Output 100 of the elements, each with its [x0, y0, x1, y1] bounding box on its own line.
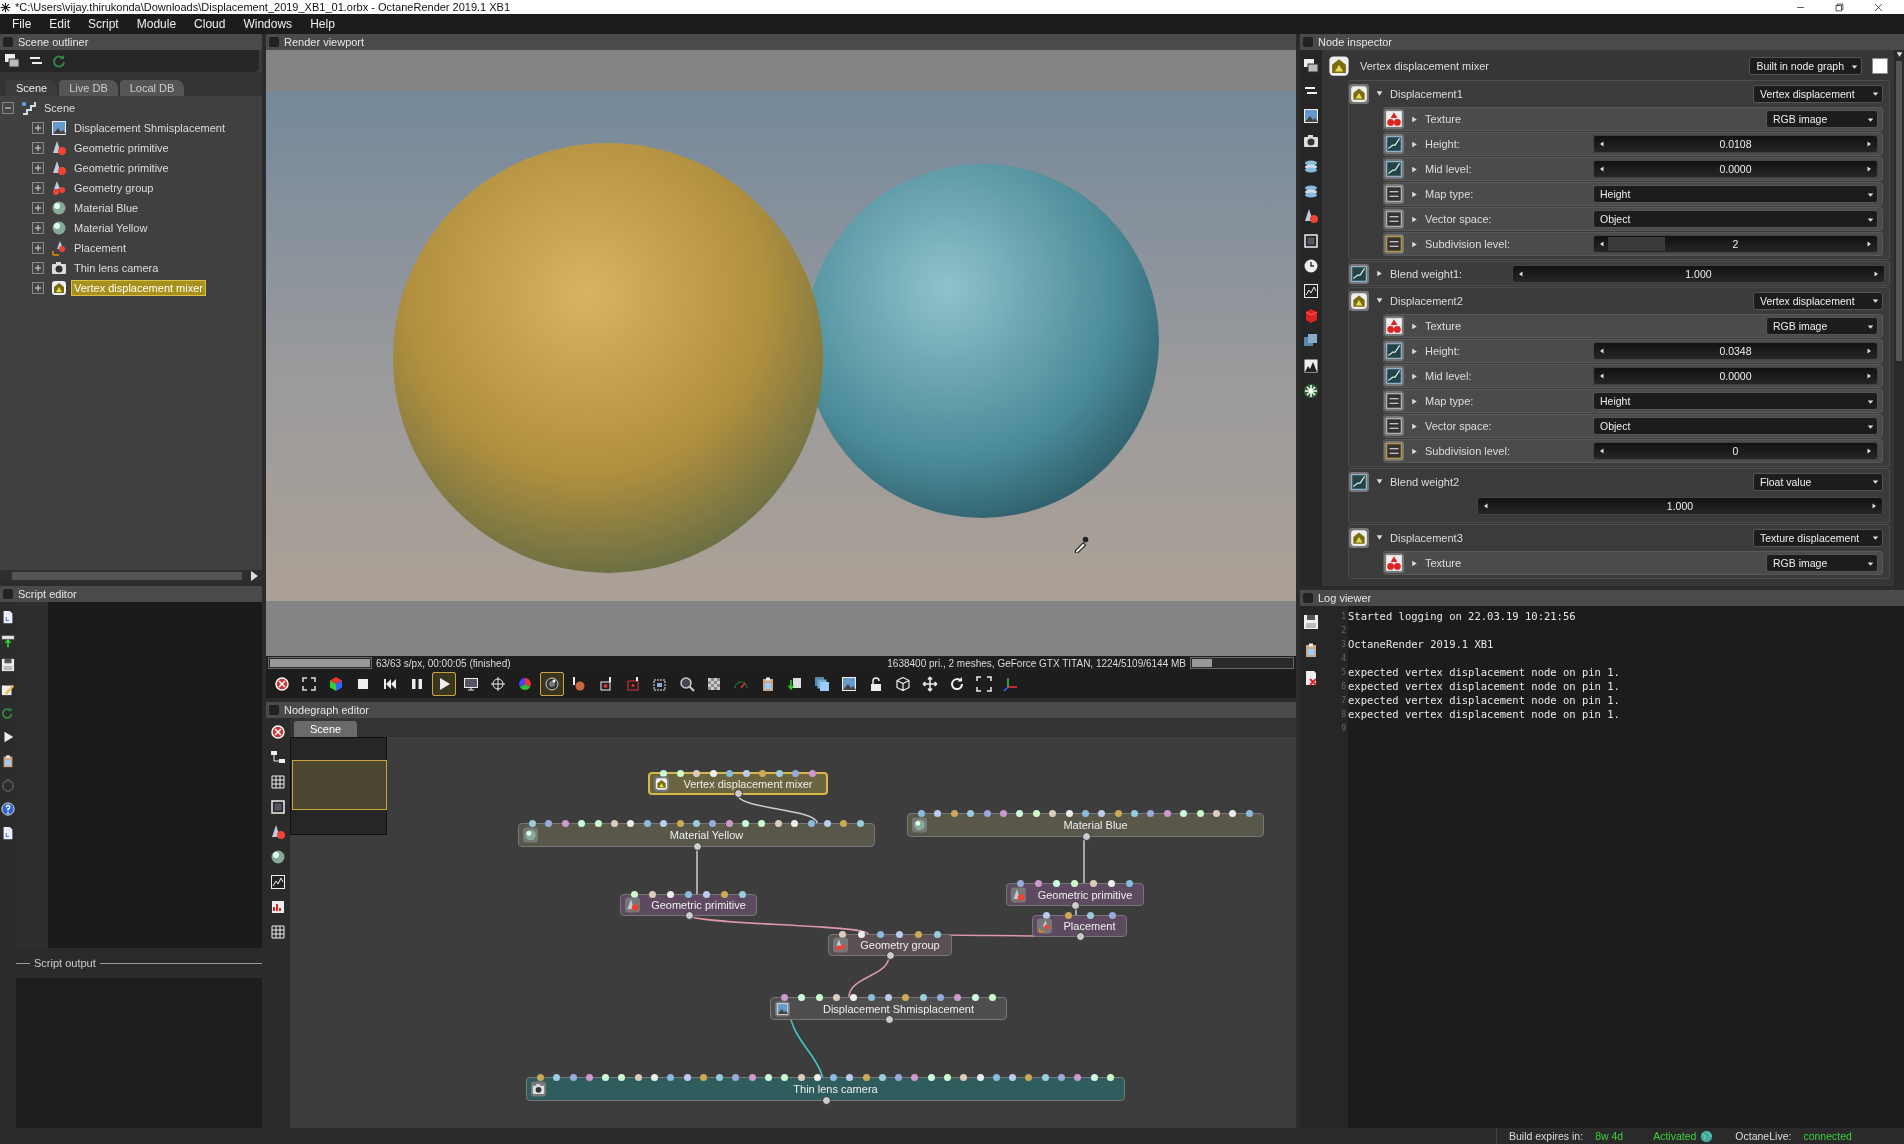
sphere-icon[interactable] [270, 849, 286, 865]
upload-icon[interactable] [1, 634, 15, 648]
triangle-right-icon[interactable] [1410, 239, 1419, 249]
noise-icon[interactable] [270, 874, 286, 890]
document-icon[interactable] [1, 610, 15, 624]
left-arrow-icon[interactable] [1598, 347, 1606, 355]
value-slider[interactable]: 2 [1593, 235, 1878, 253]
undo-icon[interactable] [52, 53, 68, 69]
value-dropdown[interactable]: Height [1593, 392, 1878, 410]
menu-item[interactable]: Module [130, 17, 189, 31]
input-pins[interactable] [781, 994, 996, 1002]
input-pins[interactable] [631, 891, 746, 899]
source-dropdown[interactable]: Built in node graph [1749, 57, 1862, 75]
expand-icon[interactable] [30, 280, 46, 296]
input-pins[interactable] [537, 1074, 1114, 1082]
type-dropdown[interactable]: Texture displacement [1753, 528, 1883, 547]
menu-item[interactable]: Help [304, 17, 347, 31]
close-icon[interactable] [1873, 1, 1884, 13]
tree-item[interactable]: Placement [72, 241, 128, 255]
scrollbar-thumb[interactable] [1896, 61, 1902, 361]
left-arrow-icon[interactable] [1482, 502, 1490, 510]
output-pin[interactable] [734, 789, 743, 798]
expand-icon[interactable] [30, 180, 46, 196]
tab[interactable]: Local DB [119, 80, 185, 96]
value-dropdown[interactable]: Height [1593, 185, 1878, 203]
type-dropdown[interactable]: RGB image [1766, 554, 1878, 572]
triangle-right-icon[interactable] [1410, 446, 1419, 456]
restore-icon[interactable] [1834, 1, 1845, 13]
triangle-right-icon[interactable] [1410, 371, 1419, 381]
type-dropdown[interactable]: RGB image [1766, 110, 1878, 128]
triangle-right-icon[interactable] [1410, 214, 1419, 224]
triangle-right-icon[interactable] [1410, 114, 1419, 124]
clock-icon[interactable] [1303, 258, 1319, 274]
panel-toggle[interactable] [3, 589, 13, 599]
graph-icon[interactable] [270, 899, 286, 915]
play-button[interactable] [432, 672, 456, 696]
expand-icon[interactable] [30, 240, 46, 256]
triangle-right-icon[interactable] [1410, 321, 1419, 331]
panel-toggle[interactable] [3, 37, 13, 47]
output-pin[interactable] [1071, 901, 1080, 910]
right-arrow-icon[interactable] [1865, 240, 1873, 248]
cone-icon[interactable] [270, 824, 286, 840]
tree-item[interactable]: Geometric primitive [72, 141, 171, 155]
minimap[interactable] [290, 737, 387, 835]
input-pins[interactable] [918, 810, 1253, 818]
cone-icon[interactable] [1303, 208, 1319, 224]
left-arrow-icon[interactable] [1598, 140, 1606, 148]
expand-icon[interactable] [30, 160, 46, 176]
menu-item[interactable]: Cloud [188, 17, 238, 31]
graph-node[interactable]: Vertex displacement mixer [648, 772, 828, 795]
number-field[interactable]: 0.0348 [1593, 342, 1878, 360]
triangle-right-icon[interactable] [1410, 421, 1419, 431]
windows-icon[interactable] [1303, 58, 1319, 74]
left-arrow-icon[interactable] [1598, 447, 1606, 455]
document-icon[interactable] [1, 826, 15, 840]
tree-item[interactable]: Displacement Shmisplacement [72, 121, 227, 135]
number-field[interactable]: 0.0000 [1593, 160, 1878, 178]
scrollbar-thumb[interactable] [12, 572, 242, 580]
save-icon[interactable] [1, 658, 15, 672]
save-icon[interactable] [1303, 614, 1319, 630]
left-arrow-icon[interactable] [1598, 165, 1606, 173]
expand-icon[interactable] [30, 260, 46, 276]
undo-icon[interactable] [1, 706, 15, 720]
delete-icon[interactable] [1303, 670, 1319, 686]
triangle-right-icon[interactable] [1410, 346, 1419, 356]
clipboard-icon[interactable] [1, 754, 15, 768]
edit-icon[interactable] [1, 682, 15, 696]
menu-item[interactable]: Edit [43, 17, 83, 31]
right-arrow-icon[interactable] [1870, 502, 1878, 510]
disks-icon[interactable] [1303, 158, 1319, 174]
number-field[interactable]: 1.000 [1512, 264, 1885, 283]
value-dropdown[interactable]: Object [1593, 210, 1878, 228]
panel-toggle[interactable] [1303, 37, 1313, 47]
tree-item[interactable]: Geometry group [72, 181, 156, 195]
triangle-right-icon[interactable] [1410, 558, 1419, 568]
expand-icon[interactable] [30, 220, 46, 236]
triangle-down-icon[interactable] [1375, 533, 1384, 542]
type-dropdown[interactable]: Float value [1753, 472, 1883, 491]
left-arrow-icon[interactable] [1598, 240, 1606, 248]
menu-item[interactable]: File [6, 17, 44, 31]
camera-icon[interactable] [1303, 133, 1319, 149]
type-dropdown[interactable]: Vertex displacement [1753, 291, 1883, 310]
grid-icon[interactable] [270, 774, 286, 790]
clipboard-icon[interactable] [1303, 642, 1319, 658]
left-arrow-icon[interactable] [1517, 269, 1525, 278]
input-pins[interactable] [1043, 912, 1116, 920]
noise-icon[interactable] [1303, 283, 1319, 299]
lens-button[interactable] [540, 672, 564, 696]
right-arrow-icon[interactable] [1865, 372, 1873, 380]
output-pin[interactable] [886, 951, 895, 960]
tab[interactable]: Scene [294, 721, 358, 737]
help-icon[interactable] [1, 802, 15, 816]
triangle-right-icon[interactable] [1410, 396, 1419, 406]
expand-icon[interactable] [30, 200, 46, 216]
image-icon[interactable] [1303, 108, 1319, 124]
tree-item[interactable]: Material Blue [72, 201, 141, 215]
tab[interactable]: Scene [6, 80, 58, 96]
menu-item[interactable]: Script [82, 17, 131, 31]
type-dropdown[interactable]: Vertex displacement [1753, 84, 1883, 103]
tree-item[interactable]: Thin lens camera [72, 261, 161, 275]
